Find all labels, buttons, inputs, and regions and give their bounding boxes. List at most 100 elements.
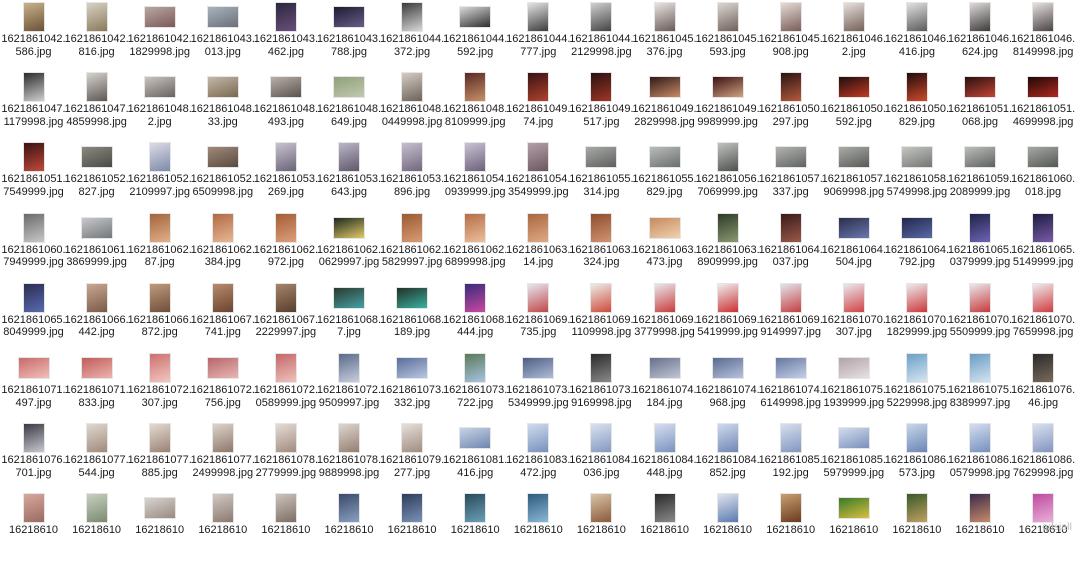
file-item[interactable]: 1621861058.5749998.jpg bbox=[885, 142, 949, 212]
file-item[interactable]: 1621861072.0589999.jpg bbox=[254, 353, 318, 423]
file-item[interactable]: 1621861044.592.jpg bbox=[443, 2, 507, 72]
file-item[interactable]: 1621861055.314.jpg bbox=[569, 142, 634, 212]
file-item[interactable]: 1621861062.87.jpg bbox=[128, 213, 192, 283]
file-item[interactable]: 1621861069.735.jpg bbox=[506, 283, 570, 353]
file-item[interactable]: 1621861064.037.jpg bbox=[759, 213, 823, 283]
file-item[interactable]: 1621861057.9069998.jpg bbox=[822, 142, 886, 212]
file-item[interactable]: 1621861052.6509998.jpg bbox=[191, 142, 255, 212]
file-item[interactable]: 1621861060.018.jpg bbox=[1011, 142, 1075, 212]
file-item[interactable]: 1621861051.7549999.jpg bbox=[1, 142, 66, 212]
file-item[interactable]: 1621861043.788.jpg bbox=[317, 2, 381, 72]
file-item[interactable]: 1621861066.442.jpg bbox=[64, 283, 129, 353]
file-item[interactable]: 1621861063.324.jpg bbox=[569, 213, 634, 283]
file-item[interactable]: 16218610 bbox=[2, 493, 65, 563]
file-item[interactable]: 16218610 bbox=[633, 493, 696, 563]
file-item[interactable]: 1621861070.307.jpg bbox=[822, 283, 886, 353]
file-item[interactable]: 1621861057.337.jpg bbox=[759, 142, 823, 212]
file-item[interactable]: 1621861065.8049999.jpg bbox=[1, 283, 66, 353]
file-item[interactable]: 1621861069.3779998.jpg bbox=[632, 283, 697, 353]
file-item[interactable]: 1621861044.2129998.jpg bbox=[569, 2, 634, 72]
file-item[interactable]: 1621861045.376.jpg bbox=[632, 2, 697, 72]
file-item[interactable]: 1621861055.829.jpg bbox=[632, 142, 697, 212]
file-item[interactable]: 1621861062.5829997.jpg bbox=[380, 213, 444, 283]
file-item[interactable]: 1621861053.896.jpg bbox=[380, 142, 444, 212]
file-item[interactable]: 1621861075.8389997.jpg bbox=[948, 353, 1012, 423]
file-item[interactable]: 1621861051.4699998.jpg bbox=[1011, 72, 1075, 142]
file-item[interactable]: 16218610 bbox=[444, 493, 507, 563]
file-item[interactable]: 1621861064.792.jpg bbox=[885, 213, 949, 283]
file-item[interactable]: 1621861069.9149997.jpg bbox=[759, 283, 823, 353]
file-item[interactable]: 16218610 bbox=[254, 493, 317, 563]
file-item[interactable]: 1621861074.6149998.jpg bbox=[759, 353, 823, 423]
file-item[interactable]: 1621861062.972.jpg bbox=[254, 213, 318, 283]
file-item[interactable]: 1621861068.7.jpg bbox=[317, 283, 381, 353]
file-item[interactable]: 1621861042.586.jpg bbox=[1, 2, 66, 72]
file-item[interactable]: 16218610 bbox=[696, 493, 759, 563]
file-item[interactable]: 1621861063.8909999.jpg bbox=[695, 213, 760, 283]
file-item[interactable]: 1621861073.332.jpg bbox=[380, 353, 444, 423]
file-item[interactable]: 16218610 bbox=[128, 493, 191, 563]
file-item[interactable]: 1621861077.885.jpg bbox=[128, 423, 192, 493]
file-item[interactable]: 1621861081.416.jpg bbox=[443, 423, 507, 493]
file-item[interactable]: 1621861073.5349999.jpg bbox=[506, 353, 570, 423]
file-item[interactable]: 1621861054.3549999.jpg bbox=[506, 142, 570, 212]
file-item[interactable]: 1621861075.5229998.jpg bbox=[885, 353, 949, 423]
file-item[interactable]: 1621861049.517.jpg bbox=[569, 72, 634, 142]
file-item[interactable]: 1621861079.277.jpg bbox=[380, 423, 444, 493]
file-item[interactable]: 1621861068.189.jpg bbox=[380, 283, 444, 353]
file-item[interactable]: 16218610 bbox=[949, 493, 1012, 563]
file-item[interactable]: 1621861062.6899998.jpg bbox=[443, 213, 507, 283]
file-item[interactable]: 1621861076.701.jpg bbox=[1, 423, 66, 493]
file-item[interactable]: 16218610 bbox=[381, 493, 444, 563]
file-item[interactable]: 1621861076.46.jpg bbox=[1011, 353, 1075, 423]
file-item[interactable]: 1621861048.2.jpg bbox=[128, 72, 192, 142]
file-item[interactable]: 1621861075.1939999.jpg bbox=[822, 353, 886, 423]
file-item[interactable]: 1621861045.593.jpg bbox=[695, 2, 760, 72]
file-item[interactable]: 1621861078.9889998.jpg bbox=[317, 423, 381, 493]
file-item[interactable]: 1621861046.624.jpg bbox=[948, 2, 1012, 72]
file-item[interactable]: 1621861043.013.jpg bbox=[191, 2, 255, 72]
file-item[interactable]: 1621861067.741.jpg bbox=[191, 283, 255, 353]
file-item[interactable]: 1621861070.1829999.jpg bbox=[885, 283, 949, 353]
file-item[interactable]: 1621861084.036.jpg bbox=[569, 423, 634, 493]
file-item[interactable]: 1621861072.756.jpg bbox=[191, 353, 255, 423]
file-item[interactable]: 1621861070.5509999.jpg bbox=[948, 283, 1012, 353]
file-item[interactable]: 1621861044.777.jpg bbox=[506, 2, 570, 72]
file-item[interactable]: 1621861051.068.jpg bbox=[948, 72, 1012, 142]
file-item[interactable]: 1621861074.184.jpg bbox=[632, 353, 697, 423]
file-item[interactable]: 1621861047.4859998.jpg bbox=[64, 72, 129, 142]
file-item[interactable]: 1621861048.8109999.jpg bbox=[443, 72, 507, 142]
file-item[interactable]: 1621861053.269.jpg bbox=[254, 142, 318, 212]
file-item[interactable]: 1621861048.493.jpg bbox=[254, 72, 318, 142]
file-item[interactable]: 1621861074.968.jpg bbox=[695, 353, 760, 423]
file-item[interactable]: 1621861072.9509997.jpg bbox=[317, 353, 381, 423]
file-item[interactable]: 1621861048.33.jpg bbox=[191, 72, 255, 142]
file-item[interactable]: 16218610 bbox=[507, 493, 570, 563]
file-item[interactable]: 1621861071.833.jpg bbox=[64, 353, 129, 423]
file-item[interactable]: 1621861071.497.jpg bbox=[1, 353, 66, 423]
file-item[interactable]: 1621861061.3869999.jpg bbox=[64, 213, 129, 283]
file-item[interactable]: 1621861046.2.jpg bbox=[822, 2, 886, 72]
file-item[interactable]: 1621861070.7659998.jpg bbox=[1011, 283, 1075, 353]
file-item[interactable]: 1621861085.5979999.jpg bbox=[822, 423, 886, 493]
file-item[interactable]: 1621861084.852.jpg bbox=[695, 423, 760, 493]
file-item[interactable]: 1621861060.7949999.jpg bbox=[1, 213, 66, 283]
file-item[interactable]: 1621861063.473.jpg bbox=[632, 213, 697, 283]
file-item[interactable]: 1621861044.372.jpg bbox=[380, 2, 444, 72]
file-item[interactable]: 1621861063.14.jpg bbox=[506, 213, 570, 283]
file-item[interactable]: 1621861048.649.jpg bbox=[317, 72, 381, 142]
file-item[interactable]: 1621861049.9989999.jpg bbox=[695, 72, 760, 142]
file-item[interactable]: 1621861086.7629998.jpg bbox=[1011, 423, 1075, 493]
file-item[interactable]: 16218610 bbox=[759, 493, 822, 563]
file-item[interactable]: 1621861050.592.jpg bbox=[822, 72, 886, 142]
file-item[interactable]: 1621861042.816.jpg bbox=[64, 2, 129, 72]
file-item[interactable]: 1621861046.8149998.jpg bbox=[1011, 2, 1075, 72]
file-item[interactable]: 1621861077.2499998.jpg bbox=[191, 423, 255, 493]
file-item[interactable]: 16218610 bbox=[191, 493, 254, 563]
file-item[interactable]: 1621861064.504.jpg bbox=[822, 213, 886, 283]
file-item[interactable]: 1621861048.0449998.jpg bbox=[380, 72, 444, 142]
file-item[interactable]: 16218610 bbox=[822, 493, 885, 563]
file-item[interactable]: 1621861066.872.jpg bbox=[128, 283, 192, 353]
file-item[interactable]: 1621861046.416.jpg bbox=[885, 2, 949, 72]
file-item[interactable]: 1621861069.1109998.jpg bbox=[569, 283, 634, 353]
